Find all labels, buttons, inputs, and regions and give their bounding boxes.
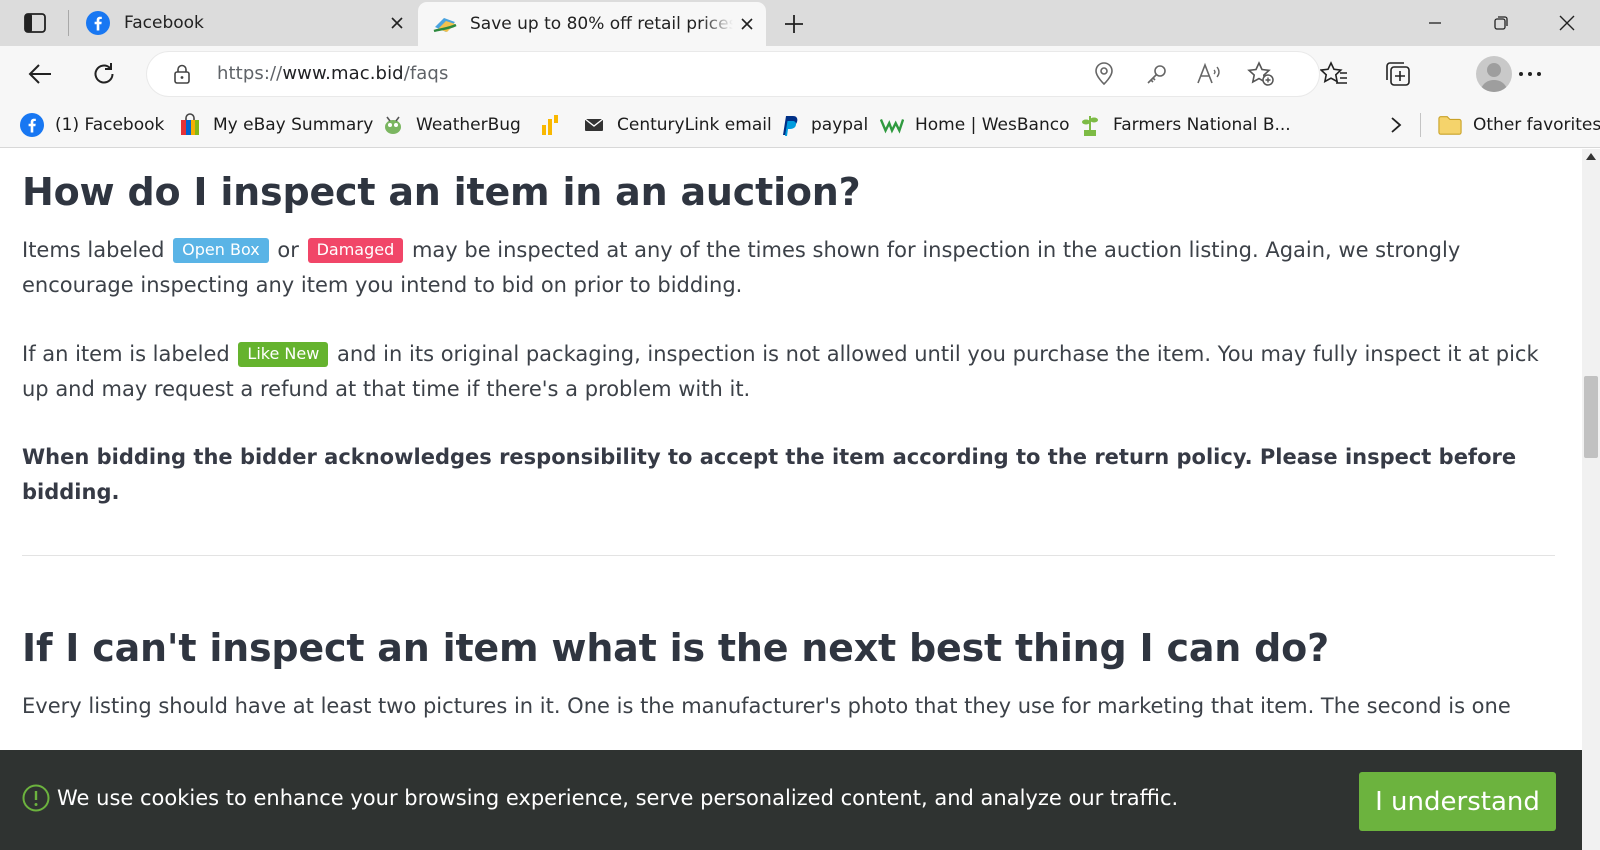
- paypal-icon: [776, 113, 800, 137]
- paragraph-text: If an item is labeled: [22, 342, 230, 366]
- favorites-separator: [1420, 113, 1421, 137]
- damaged-badge: Damaged: [307, 238, 404, 263]
- info-circle-icon: [22, 784, 50, 812]
- back-arrow-icon[interactable]: [20, 55, 60, 93]
- ebay-bag-icon: [178, 113, 202, 137]
- tab-strip: Facebook Save up to 80% off retail price…: [0, 0, 1600, 46]
- minimize-icon[interactable]: [1402, 0, 1468, 46]
- profile-avatar[interactable]: [1476, 56, 1512, 92]
- lock-icon[interactable]: [171, 63, 193, 85]
- cookie-message: We use cookies to enhance your browsing …: [57, 786, 1179, 810]
- farmers-bank-icon: [1078, 113, 1102, 137]
- favorite-label: paypal: [811, 115, 869, 135]
- page-viewport: How do I inspect an item in an auction? …: [0, 149, 1582, 850]
- favorite-other-favorites[interactable]: Other favorites: [1438, 110, 1600, 140]
- close-tab-icon[interactable]: [733, 7, 762, 41]
- tab-title: Facebook: [124, 13, 204, 33]
- favorite-label: My eBay Summary: [213, 115, 374, 135]
- faq-paragraph-inspect-1: Items labeled Open Box or Damaged may be…: [22, 233, 1552, 303]
- close-window-icon[interactable]: [1534, 0, 1600, 46]
- key-icon[interactable]: [1143, 61, 1171, 87]
- bold-notice: When bidding the bidder acknowledges res…: [22, 445, 1517, 504]
- favorite-label: WeatherBug: [416, 115, 521, 135]
- facebook-icon: [20, 113, 44, 137]
- favorite-label: Home | WesBanco: [915, 115, 1070, 135]
- location-pin-icon[interactable]: [1090, 61, 1118, 87]
- cookie-banner: We use cookies to enhance your browsing …: [0, 750, 1582, 850]
- paragraph-text: Every listing should have at least two p…: [22, 694, 1511, 718]
- mail-icon: [582, 113, 606, 137]
- favorite-farmers-national[interactable]: Farmers National B...: [1078, 110, 1291, 140]
- chevron-right-icon[interactable]: [1382, 112, 1410, 138]
- faq-heading-next-best: If I can't inspect an item what is the n…: [22, 626, 1329, 670]
- scroll-up-arrow-icon[interactable]: [1586, 153, 1596, 160]
- tab-separator: [68, 10, 69, 36]
- open-box-badge: Open Box: [173, 238, 269, 263]
- favorite-weatherbug[interactable]: WeatherBug: [381, 110, 521, 140]
- page-scrollbar[interactable]: [1582, 149, 1600, 850]
- url-text[interactable]: https://www.mac.bid/faqs: [217, 63, 448, 84]
- accept-cookies-button[interactable]: I understand: [1359, 772, 1556, 831]
- close-tab-icon[interactable]: [380, 6, 414, 40]
- faq-paragraph-next-best: Every listing should have at least two p…: [22, 689, 1552, 724]
- read-aloud-icon[interactable]: [1195, 61, 1223, 87]
- collections-icon[interactable]: [1378, 55, 1418, 93]
- navigation-bar: https://www.mac.bid/faqs: [0, 46, 1600, 102]
- folder-icon: [1438, 113, 1462, 137]
- facebook-icon: [86, 11, 110, 35]
- favorite-label: CenturyLink email: [617, 115, 772, 135]
- url-scheme: https://: [217, 63, 283, 84]
- favorite-paypal[interactable]: paypal: [776, 110, 868, 140]
- paragraph-text: Items labeled: [22, 238, 165, 262]
- wesbanco-icon: [880, 113, 904, 137]
- weatherbug-icon: [381, 113, 405, 137]
- favorite-chart[interactable]: [538, 110, 573, 140]
- chart-bars-icon: [538, 113, 562, 137]
- favorites-bar: (1) Facebook My eBay Summary WeatherBug …: [0, 102, 1600, 148]
- favorite-facebook[interactable]: (1) Facebook: [20, 110, 164, 140]
- favorites-icon[interactable]: [1314, 55, 1354, 93]
- faq-paragraph-inspect-3: When bidding the bidder acknowledges res…: [22, 440, 1552, 510]
- url-path: /faqs: [403, 63, 449, 84]
- favorite-centurylink[interactable]: CenturyLink email: [582, 110, 772, 140]
- new-tab-icon[interactable]: [776, 7, 812, 41]
- faq-paragraph-inspect-2: If an item is labeled Like New and in it…: [22, 337, 1552, 407]
- restore-icon[interactable]: [1468, 0, 1534, 46]
- favorite-label: Other favorites: [1473, 115, 1600, 135]
- favorite-wesbanco[interactable]: Home | WesBanco: [880, 110, 1069, 140]
- like-new-badge: Like New: [238, 342, 329, 367]
- tab-macbid[interactable]: Save up to 80% off retail prices. Dis: [418, 2, 766, 46]
- paragraph-text: or: [277, 238, 299, 262]
- more-options-icon[interactable]: [1510, 55, 1550, 93]
- section-divider: [22, 555, 1555, 556]
- add-favorite-icon[interactable]: [1247, 61, 1275, 87]
- tab-actions-icon[interactable]: [18, 11, 52, 35]
- faq-heading-inspect: How do I inspect an item in an auction?: [22, 170, 861, 214]
- tab-title: Save up to 80% off retail prices. Dis: [470, 14, 733, 34]
- favorite-ebay[interactable]: My eBay Summary: [178, 110, 373, 140]
- favorite-label: Farmers National B...: [1113, 115, 1291, 135]
- macbid-icon: [432, 12, 457, 36]
- url-host: www.mac.bid: [282, 63, 404, 84]
- refresh-icon[interactable]: [84, 55, 124, 93]
- favorite-label: (1) Facebook: [55, 115, 165, 135]
- tab-facebook[interactable]: Facebook: [72, 0, 418, 46]
- scrollbar-thumb[interactable]: [1584, 376, 1598, 458]
- address-bar[interactable]: https://www.mac.bid/faqs: [147, 52, 1319, 96]
